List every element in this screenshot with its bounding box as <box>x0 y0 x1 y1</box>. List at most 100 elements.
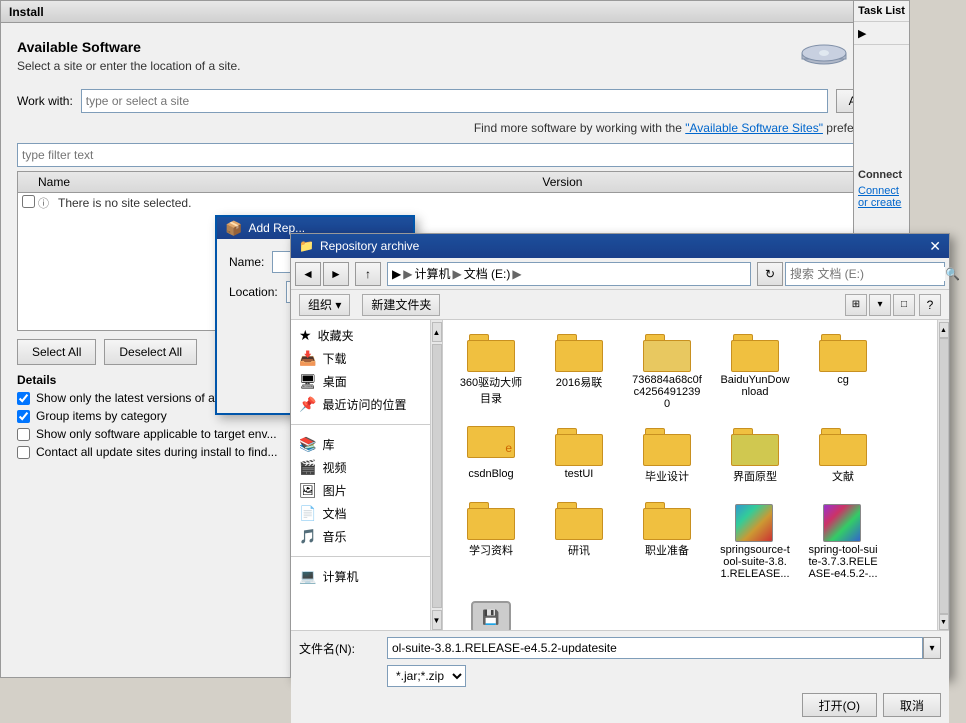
tree-item-recent[interactable]: 📌 最近访问的位置 <box>291 393 430 416</box>
cancel-btn[interactable]: 取消 <box>883 693 941 717</box>
organize-btn[interactable]: 组织 ▾ <box>299 294 350 316</box>
list-item[interactable]: 736884a68c0fc42564912390 <box>627 328 707 414</box>
checkbox-latest-versions-input[interactable] <box>17 392 30 405</box>
list-item[interactable]: 界面原型 <box>715 422 795 488</box>
file-spring373-label: spring-tool-suite-3.7.3.RELEASE-e4.5.2-.… <box>807 544 879 580</box>
folder-graduate-icon <box>643 426 691 466</box>
row-name: There is no site selected. <box>58 196 892 210</box>
filename-input[interactable] <box>387 637 923 659</box>
back-btn[interactable]: ◄ <box>295 262 321 286</box>
star-icon: ★ <box>299 327 312 344</box>
bottom-bar: 文件名(N): ▾ *.jar;*.zip 打开(O) 取消 <box>291 630 949 723</box>
connect-link2[interactable]: or create <box>858 197 905 209</box>
filetype-select[interactable]: *.jar;*.zip <box>387 665 466 687</box>
checkbox-target-env-input[interactable] <box>17 428 30 441</box>
deselect-all-button[interactable]: Deselect All <box>104 339 197 365</box>
checkbox-group-items-input[interactable] <box>17 410 30 423</box>
preview-btn[interactable]: □ <box>893 294 915 316</box>
forward-btn[interactable]: ► <box>323 262 349 286</box>
folder-360-icon <box>467 332 515 372</box>
file-736-label: 736884a68c0fc42564912390 <box>631 374 703 410</box>
scroll-down-btn[interactable]: ▼ <box>432 610 442 630</box>
right-scrollbar[interactable]: ▲ ▼ <box>937 320 949 630</box>
tree-item-docs[interactable]: 📄 文档 <box>291 502 430 525</box>
right-scroll-up[interactable]: ▲ <box>939 322 949 338</box>
folder-cg-icon <box>819 332 867 372</box>
favorites-label: 收藏夹 <box>318 327 354 344</box>
file-browser: ★ 收藏夹 📥 下载 🖥 桌面 📌 最近访问的位置 <box>291 320 949 630</box>
work-with-input[interactable] <box>81 89 828 113</box>
filename-dropdown-btn[interactable]: ▾ <box>923 637 941 659</box>
library-icon: 📚 <box>299 436 316 453</box>
select-all-button[interactable]: Select All <box>17 339 96 365</box>
search-icon: 🔍 <box>945 267 960 281</box>
filter-input[interactable] <box>17 143 893 167</box>
tree-item-music[interactable]: 🎵 音乐 <box>291 525 430 548</box>
right-scroll-thumb[interactable] <box>939 338 949 614</box>
col-name-header: Name <box>18 175 542 189</box>
help-btn[interactable]: ? <box>919 294 941 316</box>
new-folder-btn[interactable]: 新建文件夹 <box>362 294 440 316</box>
music-label: 音乐 <box>322 528 346 545</box>
libraries-section: 📚 库 🎬 视频 🖼 图片 📄 文档 🎵 音乐 <box>291 429 430 552</box>
list-item[interactable]: 职业准备 <box>627 496 707 584</box>
tree-item-images[interactable]: 🖼 图片 <box>291 479 430 502</box>
scroll-up-btn[interactable]: ▲ <box>432 322 442 342</box>
view-grid-btn[interactable]: ⊞ <box>845 294 867 316</box>
refresh-btn[interactable]: ↻ <box>757 262 783 286</box>
list-item[interactable]: 💾 软件 (D) - 快捷方式 <box>451 592 531 630</box>
info-icon: ⓘ <box>38 198 49 210</box>
folder-yanxun-icon <box>555 500 603 540</box>
work-with-label: Work with: <box>17 94 73 108</box>
find-more-text: Find more software by working with the "… <box>17 121 893 135</box>
list-item[interactable]: 研讯 <box>539 496 619 584</box>
tree-item-download[interactable]: 📥 下载 <box>291 347 430 370</box>
desktop-folder-icon: 🖥 <box>299 373 317 390</box>
list-item[interactable]: springsource-tool-suite-3.8.1.RELEASE... <box>715 496 795 584</box>
list-item[interactable]: BaiduYunDownload <box>715 328 795 414</box>
repo-close-btn[interactable]: ✕ <box>929 238 941 255</box>
images-icon: 🖼 <box>299 482 317 499</box>
tree-item-video[interactable]: 🎬 视频 <box>291 456 430 479</box>
available-sites-link[interactable]: "Available Software Sites" <box>685 121 823 135</box>
list-item[interactable]: cg <box>803 328 883 414</box>
connect-link1[interactable]: Connect <box>858 185 905 197</box>
work-with-row: Work with: Add... <box>17 89 893 113</box>
list-item[interactable]: 2016易联 <box>539 328 619 414</box>
file-career-label: 职业准备 <box>645 542 689 558</box>
left-scrollbar[interactable]: ▲ ▼ <box>431 320 443 630</box>
list-item[interactable]: 毕业设计 <box>627 422 707 488</box>
list-item[interactable]: 学习资料 <box>451 496 531 584</box>
folder-2016-icon <box>555 332 603 372</box>
list-item[interactable]: 文献 <box>803 422 883 488</box>
libraries-label: 库 <box>322 436 334 453</box>
checkbox-contact-sites-input[interactable] <box>17 446 30 459</box>
file-ui-label: 界面原型 <box>733 468 777 484</box>
list-item[interactable]: testUI <box>539 422 619 488</box>
file-spring381-label: springsource-tool-suite-3.8.1.RELEASE... <box>719 544 791 580</box>
open-btn[interactable]: 打开(O) <box>802 693 877 717</box>
repo-titlebar: 📁 Repository archive ✕ <box>291 234 949 258</box>
filename-row: 文件名(N): ▾ <box>299 637 941 659</box>
view-dropdown-btn[interactable]: ▾ <box>869 294 891 316</box>
search-input[interactable] <box>790 267 945 281</box>
scroll-thumb[interactable] <box>432 344 442 608</box>
tree-item-desktop[interactable]: 🖥 桌面 <box>291 370 430 393</box>
main-title: Install <box>9 5 44 19</box>
right-scroll-down[interactable]: ▼ <box>939 614 949 630</box>
list-item[interactable]: e csdnBlog <box>451 422 531 488</box>
tree-item-computer[interactable]: 💻 计算机 <box>291 565 430 588</box>
list-item[interactable]: 360驱动大师目录 <box>451 328 531 414</box>
libraries-header: 📚 库 <box>291 433 430 456</box>
task-sidebar-arrow: ▶ <box>858 28 866 40</box>
folder-baidu-icon <box>731 332 779 372</box>
list-item[interactable]: spring-tool-suite-3.7.3.RELEASE-e4.5.2-.… <box>803 496 883 584</box>
video-label: 视频 <box>322 459 346 476</box>
row-checkbox[interactable] <box>22 195 35 208</box>
file-360-label: 360驱动大师目录 <box>455 374 527 406</box>
repo-archive-title: Repository archive <box>320 239 419 253</box>
files-grid: 360驱动大师目录 2016易联 736884a68c0fc4256491239… <box>451 328 929 630</box>
path-computer: 计算机 <box>414 265 450 282</box>
up-btn[interactable]: ↑ <box>355 262 381 286</box>
folder-736-icon <box>643 332 691 372</box>
